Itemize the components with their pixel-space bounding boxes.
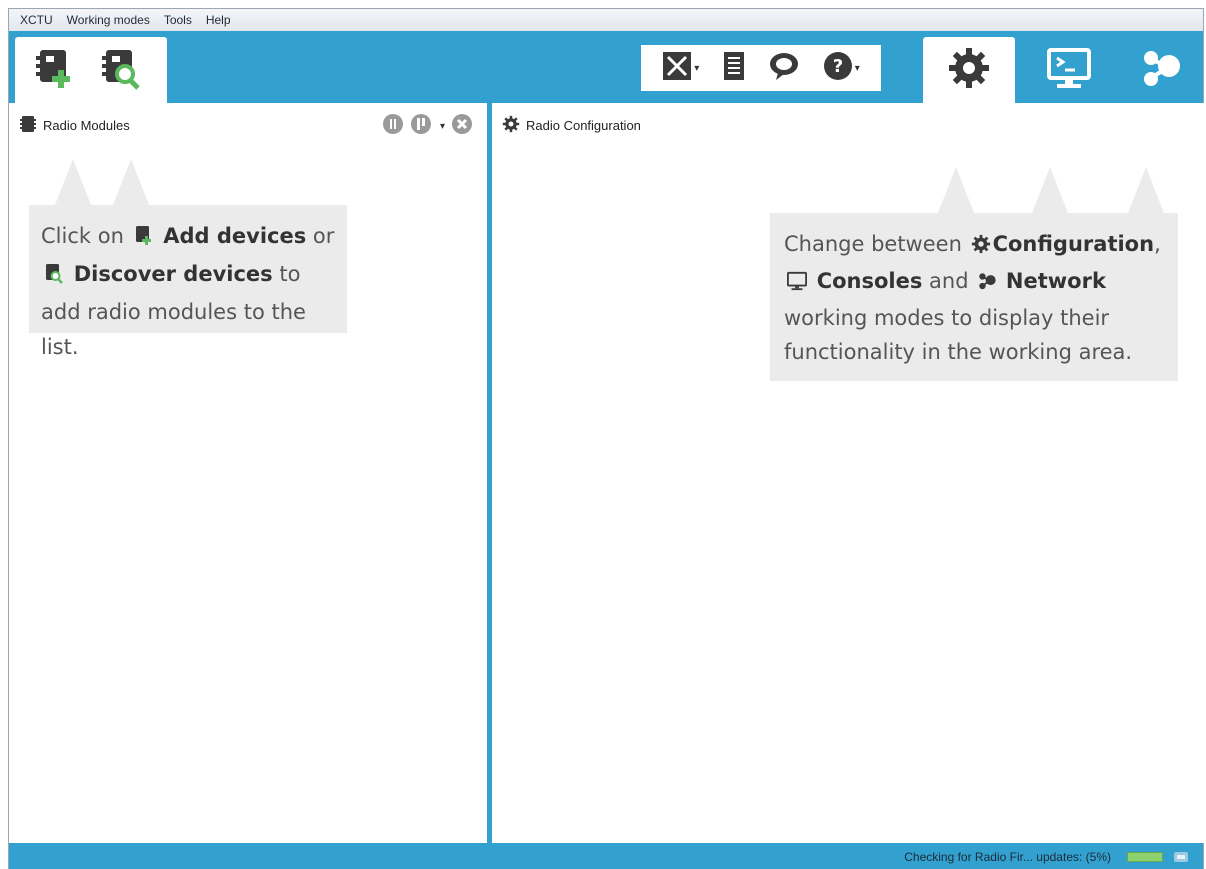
radio-module-icon [19,115,37,136]
menu-tools[interactable]: Tools [157,13,199,27]
radio-configuration-panel: Radio Configuration Change between Confi… [492,103,1205,843]
status-bar: Checking for Radio Fir... updates: (5%) [9,843,1203,869]
callout-pointer [938,167,974,213]
radio-modules-actions: ▾ [382,113,473,140]
tools-strip: ▾ ? ▾ [641,45,881,91]
callout-pointer [1128,167,1164,213]
sort-icon[interactable] [410,113,432,140]
callout-pointer [113,159,149,205]
feedback-icon [768,51,800,86]
frames-generator-button[interactable] [722,51,746,86]
hint-configuration: Configuration [992,232,1155,256]
discover-devices-button[interactable] [95,43,149,97]
svg-text:?: ? [832,56,842,77]
tab-consoles-mode[interactable] [1023,37,1115,103]
console-icon [1045,46,1093,95]
hint-text: , [1154,232,1161,256]
add-device-icon [34,46,78,95]
gear-icon [502,115,520,136]
menu-xctu[interactable]: XCTU [13,13,60,27]
hint-consoles: Consoles [816,269,923,293]
discover-device-icon [100,46,144,95]
console-icon [786,267,808,301]
help-button[interactable]: ? ▾ [823,51,860,86]
hint-text: Change between [784,232,962,256]
tab-network-mode[interactable] [1115,37,1206,103]
network-icon [977,267,997,301]
main-toolbar: ▾ ? ▾ [9,31,1203,103]
radio-configuration-header: Radio Configuration [502,115,641,136]
device-actions-tab [15,37,167,103]
hint-text: and [929,269,969,293]
hint-discover-devices: Discover devices [73,262,273,286]
panel-title: Radio Configuration [526,118,641,133]
help-icon: ? [823,51,853,86]
radio-modules-panel: Radio Modules ▾ Click on Add devices or [9,103,487,843]
update-progress-bar [1127,852,1163,862]
chevron-down-icon[interactable]: ▾ [694,63,699,74]
tab-configuration-mode[interactable] [923,37,1015,103]
chevron-down-icon[interactable]: ▾ [440,121,445,132]
callout-pointer [1032,167,1068,213]
feedback-button[interactable] [768,51,800,86]
hint-network: Network [1005,269,1106,293]
hint-text: Click on [41,224,124,248]
menu-help[interactable]: Help [199,13,238,27]
panel-title: Radio Modules [43,118,130,133]
menu-bar: XCTU Working modes Tools Help [9,9,1203,31]
hint-add-devices: Add devices [163,224,307,248]
add-device-icon [133,222,155,257]
add-devices-hint: Click on Add devices or Discover devices… [29,205,347,359]
radio-modules-header: Radio Modules [19,115,130,136]
hint-text: or [312,224,335,248]
close-icon[interactable] [451,113,473,140]
status-text: Checking for Radio Fir... updates: (5%) [904,850,1111,864]
network-icon [1139,46,1183,95]
gear-icon [971,230,991,264]
info-icon[interactable] [382,113,404,140]
app-window: XCTU Working modes Tools Help ▾ ? ▾ Radi… [8,8,1205,869]
discover-device-icon [43,260,65,295]
chevron-down-icon[interactable]: ▾ [855,63,860,74]
hint-text: working modes to display their functiona… [784,306,1133,364]
callout-pointer [55,159,91,205]
menu-working-modes[interactable]: Working modes [60,13,157,27]
tools-icon [662,51,692,86]
working-modes-hint: Change between Configuration, Consoles a… [770,213,1178,381]
tools-button[interactable]: ▾ [662,51,699,86]
update-status-icon[interactable] [1173,850,1189,869]
list-icon [722,51,746,86]
add-devices-button[interactable] [29,43,83,97]
gear-icon [947,46,991,95]
